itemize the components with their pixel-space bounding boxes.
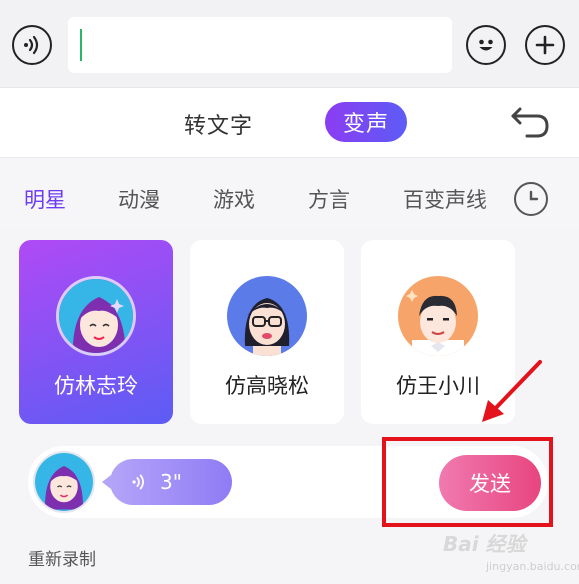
voice-card-lin-zhiling[interactable]: 仿林志玲: [19, 240, 173, 424]
voice-change-mode-label: 变声: [342, 112, 389, 137]
smiley-icon: [479, 39, 493, 51]
undo-icon[interactable]: [509, 106, 551, 140]
voice-card-gao-xiaosong[interactable]: 仿高晓松: [190, 240, 344, 424]
message-input[interactable]: [68, 17, 452, 73]
rerecord-button[interactable]: 重新录制: [28, 545, 96, 570]
voice-message-bubble[interactable]: 3": [102, 459, 232, 505]
voice-wave-icon: [132, 474, 144, 490]
lin-zhiling-avatar: [56, 276, 136, 356]
voice-card-label: 仿林志玲: [54, 374, 138, 398]
red-arrow-annotation: [482, 360, 542, 422]
mode-row: 转文字 变声: [0, 88, 579, 158]
lin-zhiling-avatar-small: [33, 451, 95, 513]
tab-dialects[interactable]: 方言: [308, 184, 350, 214]
text-caret: [80, 29, 82, 61]
emoji-button[interactable]: [466, 25, 506, 65]
tab-varied-voices[interactable]: 百变声线: [403, 184, 487, 214]
text-mode-tab[interactable]: 转文字: [184, 108, 253, 140]
voice-wave-icon: [24, 35, 39, 55]
wang-xiaochuan-avatar: [398, 276, 478, 356]
voice-category-tabs: 明星 动漫 游戏 方言 百变声线: [0, 158, 579, 228]
plus-icon: [535, 35, 555, 55]
tab-stars[interactable]: 明星: [24, 184, 66, 214]
input-bar: [0, 0, 579, 88]
red-highlight-box: [382, 437, 553, 527]
tab-games[interactable]: 游戏: [213, 184, 255, 214]
tabs-fade: [480, 168, 510, 218]
tab-anime[interactable]: 动漫: [118, 184, 160, 214]
gao-xiaosong-avatar: [227, 276, 307, 356]
voice-duration: 3": [160, 470, 182, 494]
voice-change-mode-tab[interactable]: 变声: [325, 102, 407, 142]
clock-icon[interactable]: [514, 182, 548, 216]
more-button[interactable]: [525, 25, 565, 65]
voice-input-button[interactable]: [12, 25, 52, 65]
baidu-jingyan-watermark: Bai 经验: [443, 532, 526, 556]
watermark-url: jingyan.baidu.com: [486, 560, 579, 573]
voice-card-label: 仿高晓松: [225, 374, 309, 398]
